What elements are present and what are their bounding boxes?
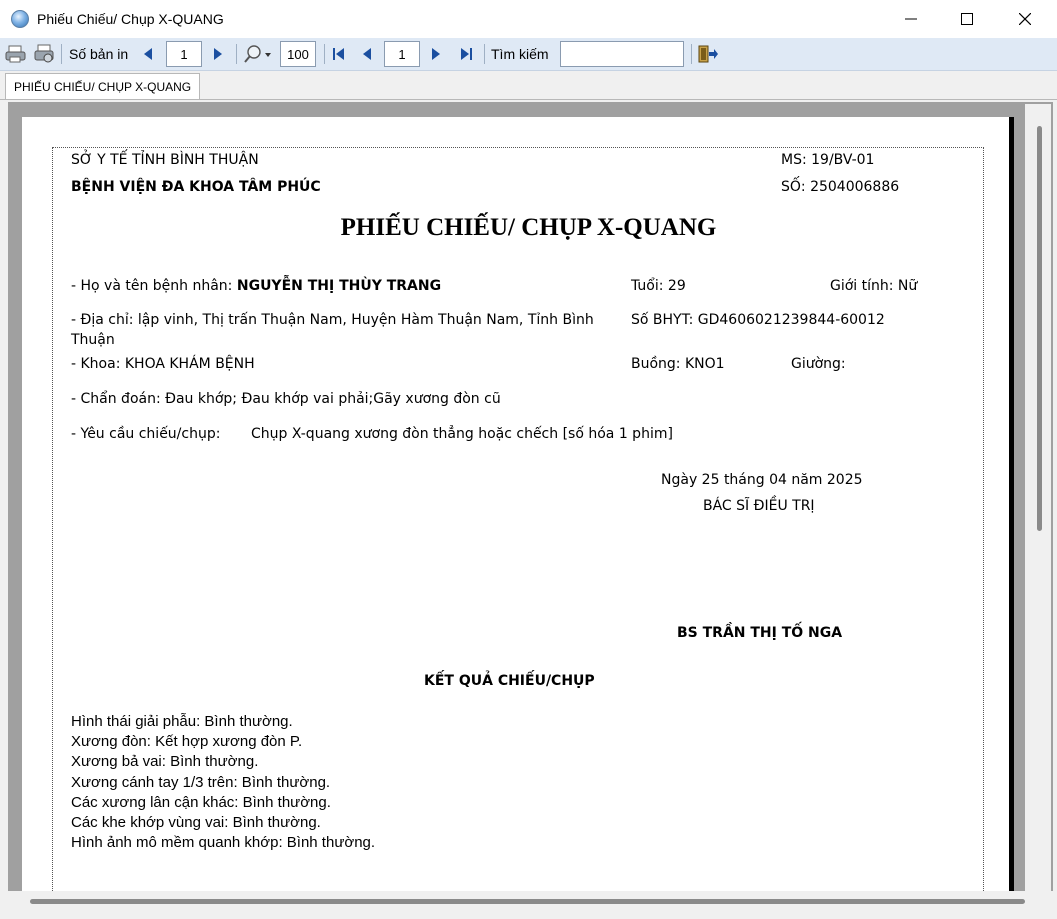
- zoom-button[interactable]: [244, 38, 274, 70]
- last-page-button[interactable]: [459, 38, 473, 70]
- doctor-title: BÁC SĨ ĐIỀU TRỊ: [703, 498, 815, 514]
- minimize-button[interactable]: [888, 0, 934, 38]
- patient-age: Tuổi: 29: [631, 278, 686, 294]
- close-icon: [1019, 13, 1031, 25]
- tab-report[interactable]: PHIẾU CHIẾU/ CHỤP X-QUANG: [5, 73, 201, 99]
- result-line: Xương bả vai: Bình thường.: [71, 753, 259, 770]
- tab-strip: PHIẾU CHIẾU/ CHỤP X-QUANG: [0, 71, 1057, 101]
- hospital-name: BỆNH VIỆN ĐA KHOA TÂM PHÚC: [71, 179, 321, 195]
- department: - Khoa: KHOA KHÁM BỆNH: [71, 356, 255, 372]
- search-label: Tìm kiếm: [491, 46, 549, 62]
- form-number: SỐ: 2504006886: [781, 179, 900, 195]
- arrow-right-icon: [214, 48, 222, 60]
- result-line: Hình ảnh mô mềm quanh khớp: Bình thường.: [71, 834, 376, 851]
- result-line: Các khe khớp vùng vai: Bình thường.: [71, 814, 321, 831]
- toolbar-separator: [484, 44, 485, 64]
- title-bar: Phiếu Chiếu/ Chụp X-QUANG: [0, 0, 1057, 39]
- vertical-scroll-thumb[interactable]: [1037, 126, 1042, 531]
- result-line: Xương cánh tay 1/3 trên: Bình thường.: [71, 774, 331, 791]
- last-page-icon: [461, 48, 472, 60]
- address-line-2: Thuận: [71, 332, 115, 348]
- first-page-button[interactable]: [332, 38, 346, 70]
- results-title: KẾT QUẢ CHIẾU/CHỤP: [424, 673, 595, 689]
- zoom-icon: [244, 45, 271, 63]
- search-input[interactable]: [560, 41, 684, 67]
- close-button[interactable]: [1002, 0, 1048, 38]
- previous-page-button[interactable]: [361, 38, 373, 70]
- print-setup-icon: [34, 44, 54, 63]
- patient-name: NGUYỄN THỊ THÙY TRANG: [236, 278, 442, 294]
- minimize-icon: [905, 18, 917, 20]
- toolbar-separator: [236, 44, 237, 64]
- next-page-button[interactable]: [430, 38, 442, 70]
- patient-name-row: - Họ và tên bệnh nhân: NGUYỄN THỊ THÙY T…: [71, 278, 441, 294]
- exit-door-icon: [698, 45, 718, 63]
- room: Buồng: KNO1: [631, 356, 725, 372]
- result-line: Các xương lân cận khác: Bình thường.: [71, 794, 331, 811]
- arrow-right-icon: [432, 48, 440, 60]
- print-setup-button[interactable]: [33, 38, 55, 70]
- window-title: Phiếu Chiếu/ Chụp X-QUANG: [37, 11, 224, 27]
- maximize-button[interactable]: [944, 0, 990, 38]
- toolbar-separator: [691, 44, 692, 64]
- bed: Giường:: [791, 356, 846, 372]
- page-number-input[interactable]: 1: [384, 41, 420, 67]
- printer-icon: [5, 45, 26, 63]
- exit-button[interactable]: [697, 38, 719, 70]
- copies-input[interactable]: 1: [166, 41, 202, 67]
- address-line-1: - Địa chỉ: lập vinh, Thị trấn Thuận Nam,…: [71, 312, 594, 328]
- toolbar-separator: [324, 44, 325, 64]
- doctor-name: BS TRẦN THỊ TỐ NGA: [677, 625, 843, 641]
- app-icon: [11, 10, 29, 28]
- insurance-number: Số BHYT: GD4606021239844-60012: [631, 312, 885, 328]
- result-line: Hình thái giải phẫu: Bình thường.: [71, 713, 293, 730]
- maximize-icon: [961, 13, 973, 25]
- first-page-icon: [333, 48, 344, 60]
- request-value: Chụp X-quang xương đòn thẳng hoặc chếch …: [251, 426, 673, 442]
- horizontal-scroll-thumb[interactable]: [30, 899, 1025, 904]
- copies-decrease-button[interactable]: [142, 38, 154, 70]
- page-margin-frame: [52, 147, 984, 907]
- arrow-left-icon: [144, 48, 152, 60]
- result-line: Xương đòn: Kết hợp xương đòn P.: [71, 733, 303, 750]
- patient-gender: Giới tính: Nữ: [830, 278, 918, 294]
- copies-label: Số bản in: [69, 46, 129, 62]
- signature-date: Ngày 25 tháng 04 năm 2025: [661, 472, 863, 488]
- print-button[interactable]: [5, 38, 27, 70]
- diagnosis: - Chẩn đoán: Đau khớp; Đau khớp vai phải…: [71, 391, 501, 407]
- form-code: MS: 19/BV-01: [781, 152, 875, 168]
- patient-name-label: - Họ và tên bệnh nhân:: [71, 278, 233, 294]
- zoom-input[interactable]: 100: [280, 41, 316, 67]
- report-toolbar: Số bản in 1 100 1 Tìm kiếm: [0, 38, 1057, 71]
- department-header: SỞ Y TẾ TỈNH BÌNH THUẬN: [71, 152, 259, 168]
- request-label: - Yêu cầu chiếu/chụp:: [71, 426, 221, 442]
- document-title: PHIẾU CHIẾU/ CHỤP X-QUANG: [340, 214, 717, 241]
- toolbar-separator: [61, 44, 62, 64]
- tab-strip-border: [0, 99, 1057, 100]
- copies-increase-button[interactable]: [212, 38, 224, 70]
- arrow-left-icon: [363, 48, 371, 60]
